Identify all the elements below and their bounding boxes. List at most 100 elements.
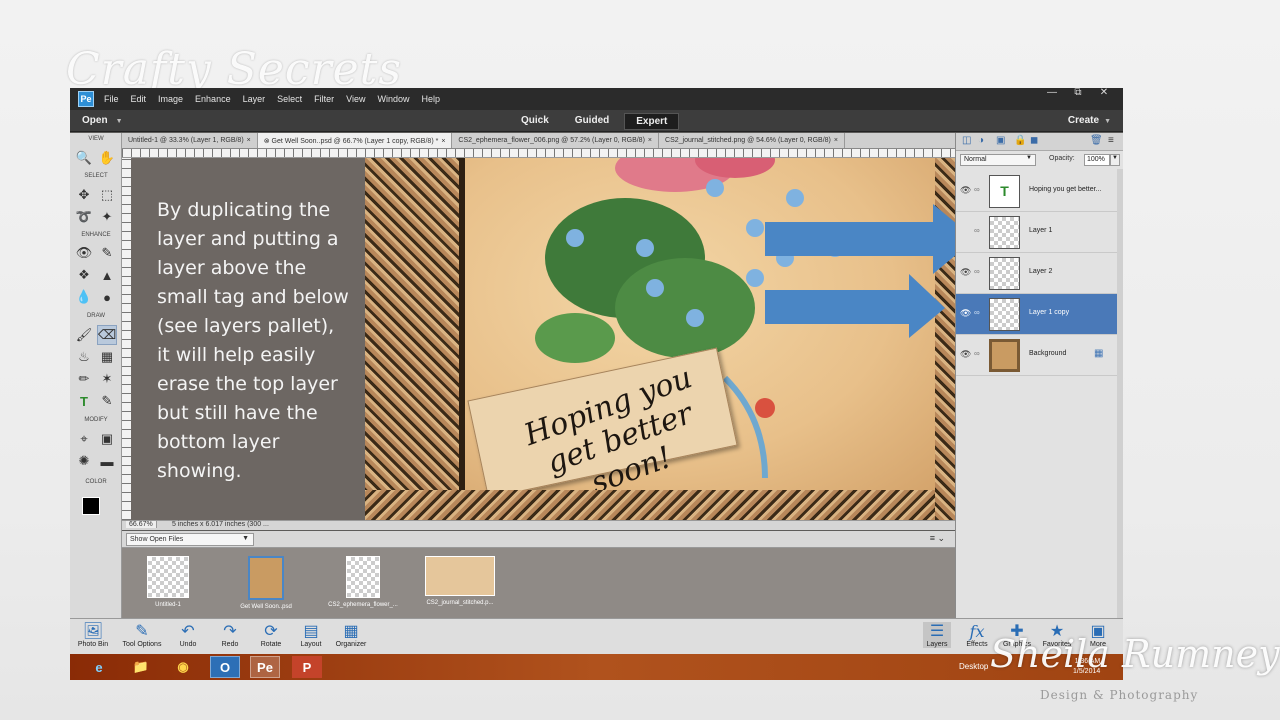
undo-button[interactable]: ↶ Undo xyxy=(174,622,202,648)
photo-bin-menu-icon[interactable]: ≡ ⌄ xyxy=(930,533,945,544)
link-icon[interactable]: ∞ xyxy=(974,308,980,317)
create-button[interactable]: Create ▼ xyxy=(1068,115,1111,126)
zoom-level[interactable]: 66.67% xyxy=(126,521,157,528)
visibility-eye-icon[interactable]: 👁 xyxy=(960,185,971,196)
tab-ephemera-flower[interactable]: CS2_ephemera_flower_006.png @ 57.2% (Lay… xyxy=(452,133,660,148)
layer-row-layer-1[interactable]: ∞ Layer 1 xyxy=(956,212,1118,253)
lock-icon[interactable]: 🔒 xyxy=(1014,135,1026,146)
lasso-tool-icon[interactable]: ➰ xyxy=(74,207,94,227)
close-icon[interactable]: ✕ xyxy=(1091,88,1117,100)
bin-item-journal-stitched[interactable]: CS2_journal_stitched.p... xyxy=(420,556,500,606)
file-explorer-icon[interactable]: 📁 xyxy=(126,656,156,678)
menu-enhance[interactable]: Enhance xyxy=(195,94,231,104)
bin-item-get-well-soon[interactable]: Get Well Soon..psd xyxy=(226,556,306,610)
paint-bucket-icon[interactable]: ♨ xyxy=(74,347,94,367)
bin-item-untitled[interactable]: Untitled-1 xyxy=(128,556,208,608)
clone-stamp-icon[interactable]: ▲ xyxy=(97,265,117,285)
move-tool-icon[interactable]: ✥ xyxy=(74,185,94,205)
content-aware-move-icon[interactable]: ✺ xyxy=(74,451,94,471)
marquee-tool-icon[interactable]: ⬚ xyxy=(97,185,117,205)
hand-tool-icon[interactable]: ✋ xyxy=(97,148,117,168)
outlook-icon[interactable]: O xyxy=(210,656,240,678)
menu-help[interactable]: Help xyxy=(421,94,440,104)
menu-image[interactable]: Image xyxy=(158,94,183,104)
custom-shape-icon[interactable]: ✶ xyxy=(97,369,117,389)
smart-brush-icon[interactable]: ❖ xyxy=(74,265,94,285)
minimize-icon[interactable]: — xyxy=(1039,88,1065,100)
chrome-icon[interactable]: ◉ xyxy=(168,656,198,678)
tab-close-icon[interactable]: × xyxy=(247,137,251,144)
photoshop-elements-taskbar-icon[interactable]: Pe xyxy=(250,656,280,678)
tab-journal-stitched[interactable]: CS2_journal_stitched.png @ 54.6% (Layer … xyxy=(659,133,845,148)
trash-icon[interactable]: 🗑 xyxy=(1090,135,1103,146)
pencil-tool-icon[interactable]: ✎ xyxy=(97,391,117,411)
menu-view[interactable]: View xyxy=(346,94,365,104)
layers-button[interactable]: ☰ Layers xyxy=(923,622,951,648)
layer-row-layer-1-copy[interactable]: 👁 ∞ Layer 1 copy xyxy=(956,294,1118,335)
link-icon[interactable]: ∞ xyxy=(974,185,980,194)
layer-row-layer-2[interactable]: 👁 ∞ Layer 2 xyxy=(956,253,1118,294)
show-open-files-dropdown[interactable]: Show Open Files ▼ xyxy=(126,533,254,546)
internet-explorer-icon[interactable]: e xyxy=(84,656,114,678)
visibility-eye-icon[interactable]: 👁 xyxy=(960,308,971,319)
layer-mask-icon[interactable]: ▣ xyxy=(996,135,1005,146)
eraser-tool-icon[interactable]: ⌫ xyxy=(97,325,117,345)
tab-close-icon[interactable]: × xyxy=(441,138,445,145)
menu-edit[interactable]: Edit xyxy=(131,94,147,104)
zoom-tool-icon[interactable]: 🔍 xyxy=(74,148,94,168)
menu-filter[interactable]: Filter xyxy=(314,94,334,104)
effects-button[interactable]: fx Effects xyxy=(963,622,991,648)
sponge-tool-icon[interactable]: ● xyxy=(97,287,117,307)
mode-guided[interactable]: Guided xyxy=(564,113,620,130)
redo-button[interactable]: ↷ Redo xyxy=(216,622,244,648)
restore-icon[interactable]: ⧉ xyxy=(1065,88,1091,100)
tab-get-well-soon[interactable]: ⊗ Get Well Soon..psd @ 66.7% (Layer 1 co… xyxy=(257,133,453,148)
create-dropdown-icon[interactable]: ▼ xyxy=(1104,118,1111,125)
tab-close-icon[interactable]: × xyxy=(834,137,838,144)
open-dropdown-icon[interactable]: ▼ xyxy=(116,118,123,125)
mode-quick[interactable]: Quick xyxy=(510,113,560,130)
recompose-tool-icon[interactable]: ▣ xyxy=(97,429,117,449)
menu-select[interactable]: Select xyxy=(277,94,302,104)
menu-window[interactable]: Window xyxy=(377,94,409,104)
blend-mode-dropdown[interactable]: Normal ▼ xyxy=(960,154,1036,166)
type-tool-icon[interactable]: T xyxy=(74,391,94,411)
rotate-button[interactable]: ⟳ Rotate xyxy=(256,622,286,648)
layer-row-text[interactable]: 👁 ∞ T Hoping you get better... xyxy=(956,171,1118,212)
new-layer-icon[interactable]: ◫ xyxy=(962,135,971,146)
tab-close-icon[interactable]: × xyxy=(648,137,652,144)
quick-selection-icon[interactable]: ✦ xyxy=(97,207,117,227)
link-icon[interactable]: ∞ xyxy=(974,349,980,358)
menu-layer[interactable]: Layer xyxy=(243,94,266,104)
eyedropper-tool-icon[interactable]: ✏ xyxy=(74,369,94,389)
brush-tool-icon[interactable]: 🖌 xyxy=(74,325,94,345)
tab-untitled-1[interactable]: Untitled-1 @ 33.3% (Layer 1, RGB/8) × xyxy=(122,133,258,148)
photo-bin-button[interactable]: 🖼 Photo Bin xyxy=(75,622,111,648)
layers-scrollbar[interactable] xyxy=(1117,169,1123,618)
visibility-eye-icon[interactable]: 👁 xyxy=(960,267,971,278)
straighten-tool-icon[interactable]: ▬ xyxy=(97,451,117,471)
blur-tool-icon[interactable]: 💧 xyxy=(74,287,94,307)
bin-item-ephemera-flower[interactable]: CS2_ephemera_flower_... xyxy=(322,556,404,608)
document-info[interactable]: 5 inches x 6.017 inches (300 ... xyxy=(172,521,269,528)
layer-row-background[interactable]: 👁 ∞ Background ▦ xyxy=(956,335,1118,376)
tool-options-button[interactable]: ✎ Tool Options xyxy=(118,622,166,648)
menu-file[interactable]: File xyxy=(104,94,119,104)
adjustment-layer-icon[interactable]: ◑ xyxy=(978,135,984,146)
open-button[interactable]: Open ▼ xyxy=(82,115,123,126)
red-eye-tool-icon[interactable]: 👁 xyxy=(74,243,94,263)
link-icon[interactable]: ∞ xyxy=(974,267,980,276)
gradient-tool-icon[interactable]: ▦ xyxy=(97,347,117,367)
visibility-eye-icon[interactable]: 👁 xyxy=(960,349,971,360)
powerpoint-icon[interactable]: P xyxy=(292,656,322,678)
desktop-toolbar-label[interactable]: Desktop xyxy=(959,662,988,671)
opacity-dropdown-icon[interactable]: ▼ xyxy=(1110,154,1120,166)
link-icon[interactable]: ∞ xyxy=(974,226,980,235)
foreground-color-swatch[interactable] xyxy=(82,497,100,515)
mode-expert[interactable]: Expert xyxy=(624,113,680,130)
crop-tool-icon[interactable]: ⌖ xyxy=(74,429,94,449)
opacity-field[interactable]: 100% xyxy=(1084,154,1110,166)
organizer-button[interactable]: ▦ Organizer xyxy=(332,622,370,648)
panel-menu-icon[interactable]: ≡ xyxy=(1108,135,1114,146)
layout-button[interactable]: ▤ Layout xyxy=(296,622,326,648)
